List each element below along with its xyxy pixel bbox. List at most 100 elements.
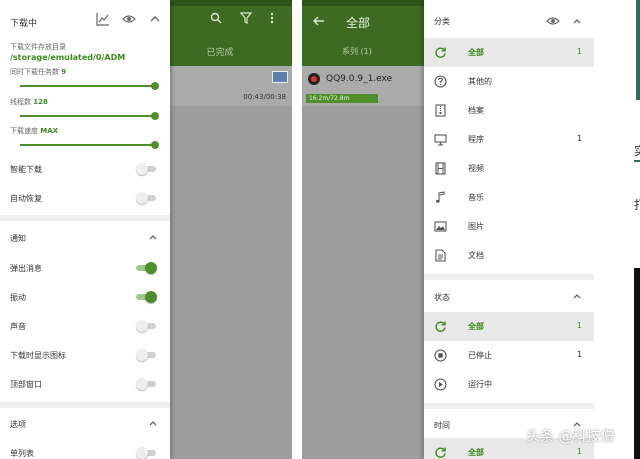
category-item-video[interactable]: 视频	[424, 154, 594, 183]
auto-resume-toggle[interactable]	[136, 192, 156, 204]
chevron-up-icon[interactable]	[148, 418, 158, 428]
category-label: 其他的	[468, 77, 492, 86]
category-label: 全部	[468, 48, 484, 57]
right-bg-tab[interactable]: 系列 (1)	[342, 46, 372, 57]
settings-drawer: 下载中 下载文件存放目录 /storage/emulated/0/ADM 同时下…	[0, 0, 170, 459]
slider-knob[interactable]	[151, 141, 159, 149]
smart-download-toggle[interactable]	[136, 163, 156, 175]
status-item-stopped[interactable]: 已停止 1	[424, 341, 594, 370]
sound-row[interactable]: 声音	[0, 314, 170, 338]
category-item-music[interactable]: 音乐	[424, 183, 594, 212]
slider-track[interactable]	[10, 140, 159, 150]
chevron-up-icon[interactable]	[148, 232, 158, 242]
time-count: 1	[576, 447, 582, 456]
section-divider	[424, 403, 594, 409]
threads-slider[interactable]: 线程数 128	[10, 97, 159, 121]
chevron-up-icon[interactable]	[572, 16, 582, 26]
row-label: 单列表	[10, 449, 34, 458]
settings-drawer-title: 下载中	[10, 19, 38, 29]
slider-knob[interactable]	[151, 112, 159, 120]
slider-label: 同时下载任务数	[10, 68, 59, 76]
status-section-header[interactable]: 状态	[424, 284, 594, 310]
show-icon-row[interactable]: 下载时显示图标	[0, 343, 170, 367]
row-label: 振动	[10, 293, 26, 302]
smart-download-row[interactable]: 智能下载	[0, 157, 170, 181]
download-speed-slider[interactable]: 下载速度 MAX	[10, 126, 159, 150]
edge-underline	[634, 160, 640, 162]
screenshot-root: 已完成 00:43/00:38 下载中 下载文件存放目录 /storage/em…	[0, 0, 640, 459]
download-list-item[interactable]: QQ9.0.9_1.exe 16.2m/72.8m	[302, 66, 424, 106]
right-phone: 全部 系列 (1) QQ9.0.9_1.exe 16.2m/72.8m 分类 全…	[302, 0, 594, 459]
right-bg-title: 全部	[346, 16, 371, 30]
category-item-other[interactable]: 其他的	[424, 67, 594, 96]
slider-knob[interactable]	[151, 82, 159, 90]
category-item-archive[interactable]: 档案	[424, 96, 594, 125]
filter-icon[interactable]	[239, 12, 253, 28]
watermark: 头条 @科技僧	[526, 429, 615, 445]
category-item-document[interactable]: 文档	[424, 241, 594, 270]
slider-value: 128	[33, 98, 48, 106]
time-section-title: 时间	[434, 421, 450, 430]
more-vert-icon[interactable]	[270, 12, 274, 28]
auto-resume-row[interactable]: 自动恢复	[0, 186, 170, 210]
chart-icon[interactable]	[96, 12, 110, 26]
sound-toggle[interactable]	[136, 320, 156, 332]
slider-track[interactable]	[10, 111, 159, 121]
left-bg-list-item[interactable]: 00:43/00:38	[170, 66, 292, 106]
status-item-all[interactable]: 全部 1	[424, 312, 594, 341]
left-phone: 已完成 00:43/00:38 下载中 下载文件存放目录 /storage/em…	[0, 0, 292, 459]
search-icon[interactable]	[210, 12, 222, 28]
vibrate-row[interactable]: 振动	[0, 285, 170, 309]
notify-section-header[interactable]: 通知	[0, 225, 170, 251]
category-item-image[interactable]: 图片	[424, 212, 594, 241]
top-window-toggle[interactable]	[136, 378, 156, 390]
music-icon	[434, 191, 447, 204]
time-label: 全部	[468, 448, 484, 457]
chevron-up-icon[interactable]	[148, 12, 162, 26]
chevron-up-icon[interactable]	[572, 291, 582, 301]
left-bg-toolbar-icons	[210, 12, 274, 28]
popup-message-toggle[interactable]	[136, 262, 157, 274]
options-section-header[interactable]: 选项	[0, 411, 170, 437]
refresh-icon	[434, 46, 447, 59]
row-label: 下载时显示图标	[10, 351, 66, 360]
category-label: 档案	[468, 106, 484, 115]
category-title: 分类	[434, 17, 450, 26]
category-label: 视频	[468, 164, 484, 173]
eye-icon[interactable]	[546, 14, 560, 28]
download-path-value[interactable]: /storage/emulated/0/ADM	[10, 53, 125, 62]
top-window-row[interactable]: 顶部窗口	[0, 372, 170, 396]
status-label: 已停止	[468, 351, 492, 360]
single-list-row[interactable]: 单列表	[0, 441, 170, 459]
filter-drawer: 分类 全部 1 其他的 档案 程序 1 视频 音乐 图片 文档 状态 全部 1 …	[424, 0, 594, 459]
category-header[interactable]: 分类	[424, 0, 594, 36]
left-bg-tab-completed[interactable]: 已完成	[190, 45, 250, 58]
slider-value: MAX	[40, 127, 59, 135]
section-divider	[424, 274, 594, 280]
status-item-running[interactable]: 运行中	[424, 370, 594, 399]
status-label: 运行中	[468, 380, 492, 389]
slider-track[interactable]	[10, 81, 159, 91]
settings-drawer-header: 下载中	[0, 0, 170, 34]
category-label: 程序	[468, 135, 484, 144]
back-arrow-icon[interactable]	[312, 14, 326, 28]
row-label: 智能下载	[10, 165, 42, 174]
show-icon-toggle[interactable]	[136, 349, 156, 361]
row-label: 弹出消息	[10, 264, 42, 273]
vibrate-toggle[interactable]	[136, 291, 157, 303]
eye-icon[interactable]	[122, 12, 136, 26]
section-divider	[0, 402, 170, 408]
download-progress-bar: 16.2m/72.8m	[306, 94, 378, 103]
row-label: 自动恢复	[10, 194, 42, 203]
file-name: QQ9.0.9_1.exe	[326, 74, 393, 84]
edge-text-2: 打	[634, 196, 640, 213]
category-item-program[interactable]: 程序 1	[424, 125, 594, 154]
gap	[292, 0, 302, 459]
popup-message-row[interactable]: 弹出消息	[0, 256, 170, 280]
single-list-toggle[interactable]	[136, 447, 156, 459]
archive-icon	[434, 104, 447, 117]
monitor-icon	[434, 133, 447, 146]
category-item-all[interactable]: 全部 1	[424, 38, 594, 67]
category-count: 1	[576, 47, 582, 56]
concurrent-tasks-slider[interactable]: 同时下载任务数 9	[10, 67, 159, 91]
